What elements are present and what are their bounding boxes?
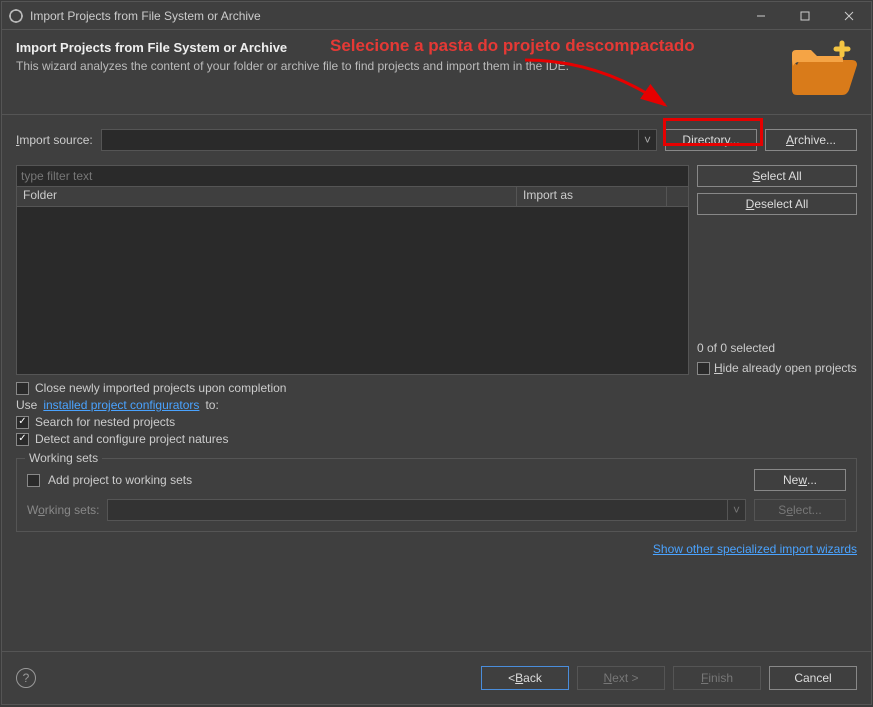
working-sets-combo: ˅ [107,499,746,521]
use-configurators-prefix: Use [16,398,37,412]
maximize-button[interactable] [783,2,827,30]
search-nested-checkbox[interactable] [16,416,29,429]
directory-button[interactable]: Directory... [665,129,757,151]
specialized-wizards-link[interactable]: Show other specialized import wizards [653,542,857,556]
import-source-combo[interactable]: ˅ [101,129,657,151]
column-import-as[interactable]: Import as [517,187,667,206]
working-sets-group: Working sets Add project to working sets… [16,458,857,532]
close-newly-label: Close newly imported projects upon compl… [35,381,286,395]
cancel-button[interactable]: Cancel [769,666,857,690]
select-all-button[interactable]: Select All [697,165,857,187]
window-title: Import Projects from File System or Arch… [30,9,739,23]
minimize-button[interactable] [739,2,783,30]
app-icon [8,8,24,24]
projects-table-body[interactable] [16,207,689,375]
chevron-down-icon[interactable]: ˅ [638,130,656,150]
detect-natures-checkbox[interactable] [16,433,29,446]
wizard-footer: ? < Back Next > Finish Cancel [2,651,871,704]
hide-open-projects-label: Hide already open projects [714,361,857,375]
add-to-working-sets-label: Add project to working sets [48,473,192,487]
column-folder[interactable]: Folder [17,187,517,206]
archive-button[interactable]: Archive... [765,129,857,151]
use-configurators-suffix: to: [205,398,218,412]
working-sets-legend: Working sets [25,451,102,465]
chevron-down-icon: ˅ [727,500,745,520]
table-header: Folder Import as [16,187,689,207]
wizard-subtitle: This wizard analyzes the content of your… [16,59,787,73]
help-button[interactable]: ? [16,668,36,688]
close-newly-checkbox[interactable] [16,382,29,395]
wizard-header: Import Projects from File System or Arch… [2,30,871,115]
next-button: Next > [577,666,665,690]
select-working-set-button: Select... [754,499,846,521]
finish-button: Finish [673,666,761,690]
close-button[interactable] [827,2,871,30]
title-bar: Import Projects from File System or Arch… [2,2,871,30]
import-source-input[interactable] [102,130,638,150]
new-working-set-button[interactable]: New... [754,469,846,491]
selection-count: 0 of 0 selected [697,341,857,355]
search-nested-label: Search for nested projects [35,415,175,429]
import-source-label: Import source: [16,133,93,147]
import-wizard-icon [787,40,857,100]
filter-input[interactable] [16,165,689,187]
back-button[interactable]: < Back [481,666,569,690]
deselect-all-button[interactable]: Deselect All [697,193,857,215]
wizard-title: Import Projects from File System or Arch… [16,40,787,55]
working-sets-label: Working sets: [27,503,99,517]
hide-open-projects-checkbox[interactable] [697,362,710,375]
detect-natures-label: Detect and configure project natures [35,432,228,446]
add-to-working-sets-checkbox[interactable] [27,474,40,487]
configurators-link[interactable]: installed project configurators [43,398,199,412]
